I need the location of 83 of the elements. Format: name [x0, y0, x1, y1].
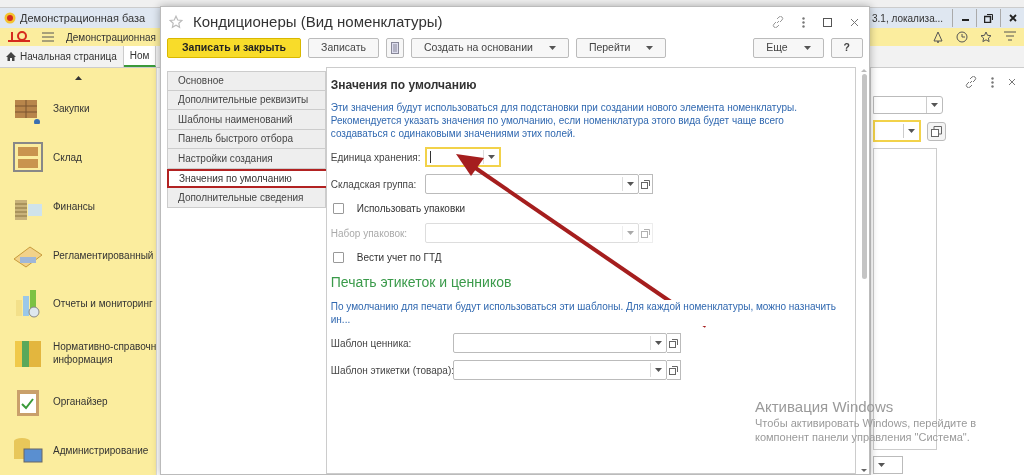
dialog-title: Кондиционеры (Вид номенклатуры) [193, 11, 443, 32]
form-tab[interactable]: Настройки создания [167, 149, 326, 169]
dropdown-button[interactable]: Создать на основании [410, 38, 569, 58]
caret-icon [626, 231, 634, 235]
star-icon[interactable] [169, 15, 183, 29]
save-and-close-button[interactable]: Записать и закрыть [167, 38, 302, 58]
section-link[interactable]: Финансы [53, 199, 95, 213]
form-tab[interactable]: Панель быстрого отбора [167, 129, 326, 149]
form-tab[interactable]: Шаблоны наименований [167, 110, 326, 130]
dropdown-button[interactable]: Еще [753, 38, 824, 58]
open-button[interactable] [666, 360, 681, 380]
close-icon [1008, 14, 1017, 22]
app-tab[interactable]: Ном [123, 46, 157, 67]
dropdown-field[interactable] [873, 120, 921, 142]
section-link[interactable]: Органайзер [53, 395, 108, 409]
section-link[interactable]: Администрирование [53, 444, 149, 458]
checkbox[interactable] [332, 203, 344, 214]
open-button[interactable] [638, 174, 653, 194]
section-heading: Печать этикеток и ценников [330, 273, 513, 292]
field-label: Шаблон этикетки (товара): [330, 363, 453, 378]
app-window-title: 3.1, локализа... [872, 11, 944, 26]
open-icon [640, 179, 650, 189]
app-logo-icon [4, 12, 16, 24]
maximize-icon[interactable] [823, 17, 832, 27]
scrollbar-thumb[interactable] [861, 74, 867, 279]
app-logo-icon [8, 31, 30, 43]
scroll-up-icon[interactable] [74, 76, 82, 80]
dropdown-field[interactable] [873, 456, 903, 474]
field-label: Шаблон ценника: [330, 336, 413, 351]
section-link[interactable]: Склад [53, 150, 82, 164]
field-label: Единица хранения: [330, 150, 422, 165]
section-heading: Значения по умолчанию [330, 77, 478, 94]
caret-icon [931, 103, 938, 107]
form-tab[interactable]: Основное [167, 71, 326, 91]
app-window-title: Демонстрационная база [20, 10, 146, 26]
copy-button[interactable] [927, 121, 946, 141]
section-link[interactable]: Нормативно-справочн информация [53, 339, 157, 366]
more-icon[interactable] [802, 16, 805, 28]
close-icon[interactable] [850, 17, 859, 27]
dropdown-field[interactable] [873, 96, 943, 114]
input-field[interactable] [452, 333, 667, 353]
form-tab[interactable]: Дополнительные реквизиты [167, 90, 326, 110]
caret-icon [487, 155, 495, 159]
field-label: Складская группа: [330, 177, 418, 192]
form-tab[interactable]: Дополнительные сведения [167, 188, 326, 208]
close-icon[interactable] [1008, 78, 1016, 86]
star-icon[interactable] [980, 31, 992, 43]
info-text: Эти значения будут использоваться для подстановки при создании нового элемента номенклатуры. Рекомендуется указать значения по умолчанию, если номенклатура этого вида будет чаще всего создаваться с одинаковыми значениями этих полей. [330, 101, 798, 140]
shelf-icon [12, 141, 44, 174]
checkbox-label: Вести учет по ГТД [356, 251, 442, 265]
restore-icon [984, 13, 993, 23]
caret-icon [908, 129, 915, 133]
app-name: Демонстрационная [66, 30, 156, 45]
open-button[interactable] [666, 333, 681, 353]
link-icon[interactable] [772, 16, 784, 28]
open-icon [640, 228, 650, 238]
section-link[interactable]: Регламентированный [53, 248, 154, 262]
list-button[interactable] [385, 38, 404, 58]
input-field[interactable] [452, 360, 667, 380]
input-field[interactable] [424, 174, 639, 194]
list-icon [390, 42, 399, 54]
home-icon [6, 52, 16, 61]
dropdown-button[interactable]: Перейти [575, 38, 667, 58]
caret-icon [654, 341, 662, 345]
bell-icon[interactable] [932, 31, 944, 43]
more-icon[interactable] [991, 76, 994, 88]
toolbar-button[interactable]: Записать [308, 38, 379, 58]
caret-icon [654, 368, 662, 372]
link-icon[interactable] [965, 76, 977, 88]
field-label: Набор упаковок: [330, 226, 409, 241]
form-tab[interactable]: Значения по умолчанию [167, 168, 326, 188]
copy-icon [931, 125, 942, 137]
checkbox[interactable] [332, 252, 344, 263]
open-icon [668, 338, 678, 348]
section-link[interactable]: Отчеты и мониторинг [53, 297, 153, 311]
caret-icon [878, 463, 885, 467]
open-icon [668, 365, 678, 375]
scroll-down-icon[interactable] [861, 469, 867, 472]
history-icon[interactable] [956, 31, 968, 43]
toolbar-button[interactable]: ? [830, 38, 863, 58]
caret-icon [626, 182, 634, 186]
section-link[interactable]: Закупки [53, 101, 90, 115]
checkbox-label: Использовать упаковки [356, 202, 466, 216]
